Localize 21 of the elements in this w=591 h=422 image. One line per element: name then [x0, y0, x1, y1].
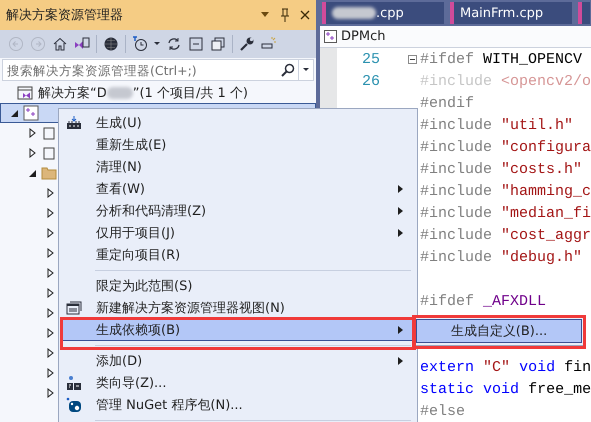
code-line: #else: [420, 402, 466, 420]
tab-label: .cpp: [376, 6, 404, 21]
solution-label: 解决方案“D: [38, 85, 107, 102]
code-line: #include <opencv2/o: [420, 72, 591, 90]
code-line: #include "median_fi: [420, 204, 591, 222]
panel-title: 解决方案资源管理器: [6, 7, 124, 24]
code-line: #include "configura: [420, 138, 591, 156]
tab-label: MainFrm.cpp: [460, 6, 544, 21]
solution-label: ”(1 个项目/共 1 个): [132, 85, 248, 102]
code-line: static void free_me: [420, 380, 591, 398]
code-line: #include "hamming_c: [420, 182, 591, 200]
code-line: #ifdef WITH_OPENCV: [420, 50, 584, 68]
code-line: #include "costs.h": [420, 160, 584, 178]
code-line: #include "cost_aggr: [420, 226, 591, 244]
code-line: extern "C" void fin: [420, 358, 591, 376]
line-number: 26: [360, 72, 380, 90]
line-number: 25: [360, 50, 380, 68]
code-line: #include "debug.h": [420, 248, 584, 266]
code-line: #ifdef _AFXDLL: [420, 292, 548, 310]
code-line: #endif: [420, 94, 476, 112]
code-line: #include "util.h": [420, 116, 574, 134]
